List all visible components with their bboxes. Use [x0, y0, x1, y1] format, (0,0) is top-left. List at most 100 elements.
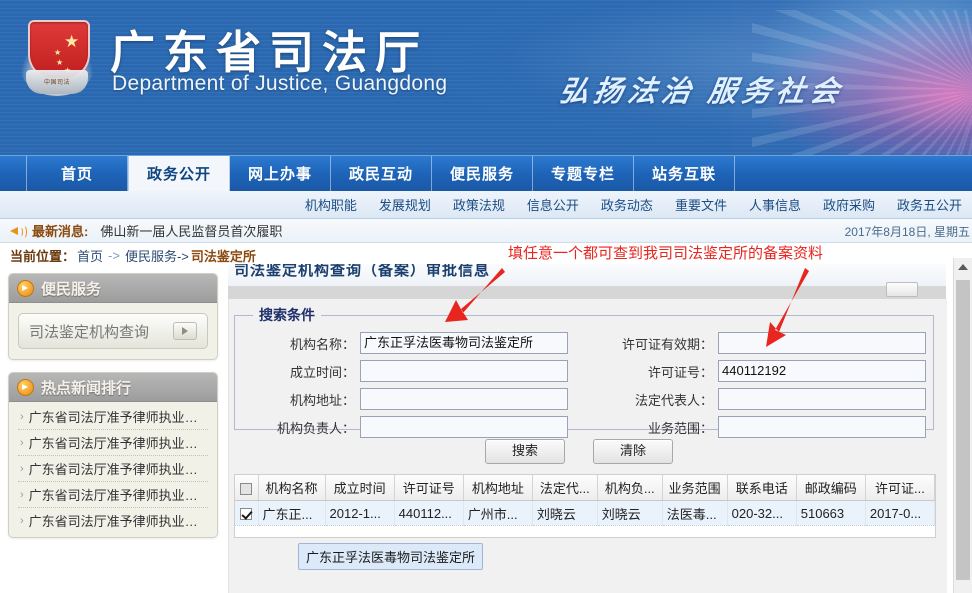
list-item[interactable]: › 广东省司法厅准予律师执业行政... [18, 456, 208, 482]
breadcrumb-section[interactable]: 便民服务-> [125, 246, 189, 265]
speaker-icon [10, 224, 27, 239]
nav-item-home[interactable]: 首页 [26, 156, 128, 191]
nav-item-special-column[interactable]: 专题专栏 [533, 156, 634, 191]
hot-news-card-header: 热点新闻排行 [9, 373, 217, 402]
row-select-cell[interactable] [235, 500, 259, 526]
nav-item-online-service[interactable]: 网上办事 [230, 156, 331, 191]
org-name-input[interactable]: 广东正孚法医毒物司法鉴定所 [360, 332, 568, 354]
search-conditions-fieldset: 搜索条件 机构名称： 广东正孚法医毒物司法鉴定所 许可证有效期： 成立时间： 许… [234, 305, 934, 438]
news-item-label: 广东省司法厅准予律师执业行政... [28, 436, 208, 451]
list-item[interactable]: › 广东省司法厅准予律师执业行政... [18, 482, 208, 508]
legal-representative-input[interactable] [718, 388, 926, 410]
list-item[interactable]: › 广东省司法厅准予律师执业行政... [18, 404, 208, 430]
ticker-label: 最新消息: [32, 224, 89, 239]
main-navigation: 首页 政务公开 网上办事 政民互动 便民服务 专题专栏 站务互联 [0, 155, 972, 191]
org-name-tooltip: 广东正孚法医毒物司法鉴定所 [298, 543, 484, 570]
col-phone[interactable]: 联系电话 [727, 475, 797, 501]
field-establish-date-label: 成立时间： [289, 364, 355, 380]
col-license-number[interactable]: 许可证号 [394, 475, 464, 501]
subnav-item-4[interactable]: 政务动态 [601, 195, 653, 214]
judicial-appraisal-query-label: 司法鉴定机构查询 [29, 323, 150, 341]
col-license-validity[interactable]: 许可证... [865, 475, 935, 501]
scroll-up-button[interactable] [954, 258, 972, 275]
hot-news-card-title: 热点新闻排行 [41, 379, 132, 397]
field-establish-date: 成立时间： [235, 357, 595, 385]
service-card-header: 便民服务 [9, 274, 217, 303]
emblem-star-large: ★ [64, 32, 80, 51]
org-principal-input[interactable] [360, 416, 568, 438]
list-item[interactable]: › 广东省司法厅准予律师执业行政... [18, 508, 208, 533]
col-legal-rep[interactable]: 法定代... [532, 475, 598, 501]
vertical-scrollbar[interactable] [953, 258, 972, 593]
cell-org-principal: 刘晓云 [597, 500, 663, 526]
scrollbar-thumb[interactable] [956, 280, 970, 580]
subnav-item-2[interactable]: 政策法规 [453, 195, 505, 214]
cell-phone: 020-32... [727, 500, 797, 526]
news-item-label: 广东省司法厅准予律师执业行政... [28, 410, 208, 425]
license-validity-input[interactable] [718, 332, 926, 354]
list-item[interactable]: › 广东省司法厅准予律师执业行政... [18, 430, 208, 456]
breadcrumb-label: 当前位置： [10, 249, 76, 264]
subnav-item-0[interactable]: 机构职能 [305, 195, 357, 214]
table-header-row: 机构名称 成立时间 许可证号 机构地址 法定代... 机构负... 业务范围 联… [235, 475, 935, 501]
hot-news-list: › 广东省司法厅准予律师执业行政... › 广东省司法厅准予律师执业行政... › 广… [18, 404, 208, 533]
service-card: 便民服务 司法鉴定机构查询 [8, 273, 218, 360]
col-postcode[interactable]: 邮政编码 [796, 475, 866, 501]
chevron-right-icon: › [20, 410, 24, 423]
nav-item-convenience-service[interactable]: 便民服务 [432, 156, 533, 191]
emblem-ribbon-text: 中国司法 [43, 80, 70, 86]
nav-item-site-link[interactable]: 站务互联 [634, 156, 735, 191]
clear-button[interactable]: 清除 [593, 439, 673, 464]
search-button[interactable]: 搜索 [485, 439, 565, 464]
field-org-address-label: 机构地址： [289, 392, 355, 408]
service-card-body: 司法鉴定机构查询 [9, 303, 217, 359]
site-title-en: Department of Justice, Guangdong [112, 72, 448, 95]
chevron-right-icon: › [20, 488, 24, 501]
annotation-text: 填任意一个都可查到我司司法鉴定所的备案资料 [508, 245, 824, 262]
establish-date-input[interactable] [360, 360, 568, 382]
panel-toolbar [228, 282, 946, 300]
subnav-item-1[interactable]: 发展规划 [379, 195, 431, 214]
field-business-scope: 业务范围： [595, 413, 933, 441]
subnav-item-3[interactable]: 信息公开 [527, 195, 579, 214]
judicial-appraisal-query-button[interactable]: 司法鉴定机构查询 [18, 313, 208, 349]
speaker-wave-2 [21, 224, 27, 239]
breadcrumb-home[interactable]: 首页 [77, 246, 103, 265]
play-arrow-icon [173, 322, 197, 340]
nav-item-government-affairs[interactable]: 政务公开 [128, 156, 230, 191]
select-all-checkbox[interactable] [240, 482, 253, 495]
cell-org-address: 广州市... [463, 500, 533, 526]
hot-news-card: 热点新闻排行 › 广东省司法厅准予律师执业行政... › 广东省司法厅准予律师执业行… [8, 372, 218, 538]
results-table-body: 广东正... 2012-1... 440112... 广州市... 刘晓云 刘晓… [235, 500, 935, 526]
ticker-headline[interactable]: 佛山新一届人民监督员首次履职 [100, 221, 282, 240]
field-org-name-label: 机构名称： [289, 336, 355, 352]
col-org-address[interactable]: 机构地址 [463, 475, 533, 501]
subnav-item-8[interactable]: 政务五公开 [897, 195, 962, 214]
form-button-row: 搜索 清除 [229, 439, 929, 464]
col-org-name[interactable]: 机构名称 [258, 475, 326, 501]
subnav-item-7[interactable]: 政府采购 [823, 195, 875, 214]
arrow-circle-icon [17, 279, 34, 297]
minimize-button[interactable] [886, 282, 918, 297]
national-emblem-icon: ★ ★ ★ ★ 中国司法 [16, 14, 100, 102]
org-address-input[interactable] [360, 388, 568, 410]
col-org-principal[interactable]: 机构负... [597, 475, 663, 501]
col-establish-date[interactable]: 成立时间 [325, 475, 395, 501]
table-row[interactable]: 广东正... 2012-1... 440112... 广州市... 刘晓云 刘晓… [235, 500, 935, 526]
arrow-circle-icon [17, 378, 34, 396]
license-number-input[interactable]: 440112192 [718, 360, 926, 382]
row-checkbox[interactable] [240, 508, 253, 521]
breadcrumb-current: 司法鉴定所 [190, 249, 256, 264]
subnav-item-5[interactable]: 重要文件 [675, 195, 727, 214]
results-table-container: 机构名称 成立时间 许可证号 机构地址 法定代... 机构负... 业务范围 联… [234, 474, 936, 538]
select-all-header[interactable] [235, 475, 259, 501]
subnav-item-6[interactable]: 人事信息 [749, 195, 801, 214]
cell-org-name: 广东正... [258, 500, 326, 526]
col-business-scope[interactable]: 业务范围 [662, 475, 728, 501]
banner-calligraphy: 弘扬法治 服务社会 [557, 76, 847, 108]
nav-item-interaction[interactable]: 政民互动 [331, 156, 432, 191]
business-scope-input[interactable] [718, 416, 926, 438]
field-legal-representative: 法定代表人： [595, 385, 933, 413]
field-license-validity-label: 许可证有效期： [621, 336, 713, 352]
panel-title-text: 司法鉴定机构查询（备案）审批信息 [234, 264, 491, 279]
